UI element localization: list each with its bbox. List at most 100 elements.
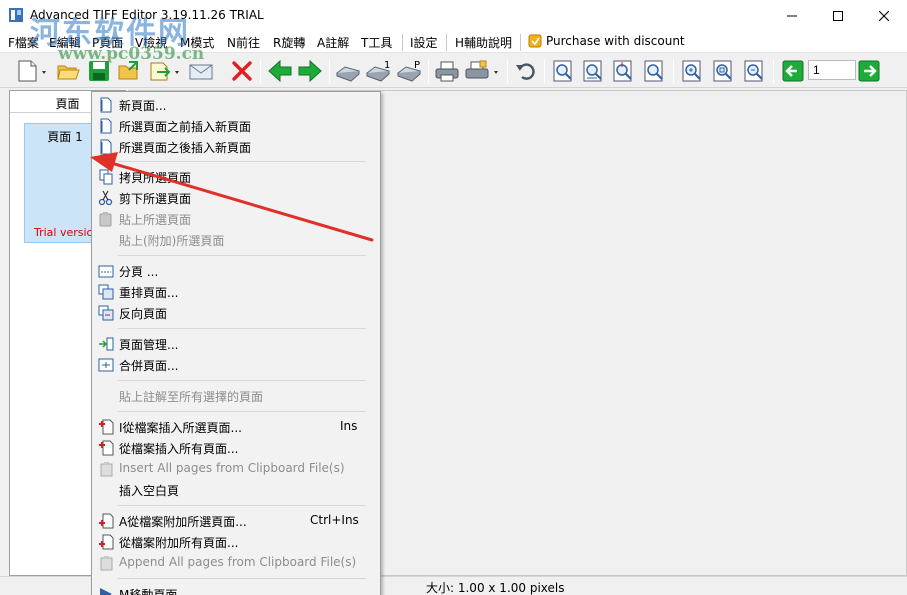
send-button[interactable] (147, 58, 183, 84)
scan-button[interactable] (334, 58, 362, 84)
menu-item-move-pages[interactable]: M移動頁面 (94, 583, 378, 595)
menu-item-cut-pages[interactable]: 剪下所選頁面 (94, 187, 378, 208)
menu-item-append-all-from-file[interactable]: 從檔案附加所有頁面... (94, 531, 378, 552)
toolbar-separator (773, 59, 774, 83)
menu-item-split[interactable]: 分頁 ... (94, 260, 378, 281)
menu-settings[interactable]: I設定 (410, 34, 438, 51)
zoom-out-button[interactable] (580, 58, 606, 84)
menu-item-label: 貼上註解至所有選擇的頁面 (119, 390, 264, 404)
fit-height-button[interactable] (610, 58, 636, 84)
fit-width-icon (644, 60, 663, 82)
svg-text:P: P (414, 60, 420, 71)
toolbar: 1 P (0, 54, 907, 88)
menu-edit[interactable]: E編輯 (49, 34, 81, 51)
menu-item-merge[interactable]: 合併頁面... (94, 354, 378, 375)
zoom-minus-button[interactable] (741, 58, 767, 84)
merge-icon (98, 358, 114, 372)
undo-button[interactable] (513, 58, 539, 84)
email-button[interactable] (187, 58, 215, 84)
print-setup-icon (465, 60, 498, 79)
new-page-icon (18, 60, 46, 82)
menu-item-insert-blank[interactable]: 插入空白頁 (94, 479, 378, 500)
append-file-icon (99, 513, 114, 529)
purchase-label: Purchase with discount (546, 34, 685, 48)
new-button[interactable] (14, 58, 50, 84)
delete-icon (232, 61, 252, 81)
menu-item-new-page[interactable]: 新頁面... (94, 94, 378, 115)
zoom-plus-button[interactable] (679, 58, 705, 84)
menu-item-insert-selected-from-file[interactable]: I從檔案插入所選頁面... Ins (94, 416, 378, 437)
maximize-button[interactable] (815, 0, 861, 31)
delete-button[interactable] (229, 58, 255, 84)
menu-item-copy-pages[interactable]: 拷貝所選頁面 (94, 166, 378, 187)
menu-mode[interactable]: M模式 (180, 34, 214, 51)
new-page-icon (100, 118, 112, 134)
menu-goto[interactable]: N前往 (227, 34, 260, 51)
menu-item-insert-all-from-file[interactable]: 從檔案插入所有頁面... (94, 437, 378, 458)
menu-item-insert-after[interactable]: 所選頁面之後插入新頁面 (94, 136, 378, 157)
menu-item-paste-pages[interactable]: 貼上所選頁面 (94, 208, 378, 229)
menu-help[interactable]: H輔助說明 (455, 34, 512, 51)
scan-settings-button[interactable]: P (395, 58, 423, 84)
zoom-page-icon (713, 60, 732, 82)
zoom-page-button[interactable] (710, 58, 736, 84)
menu-page[interactable]: P頁面 (92, 34, 123, 51)
menu-view[interactable]: V檢視 (135, 34, 167, 51)
menu-separator (118, 161, 366, 162)
menu-rotate[interactable]: R旋轉 (273, 34, 305, 51)
menu-item-shortcut: Ctrl+Ins (310, 513, 359, 527)
menu-tools[interactable]: T工具 (361, 34, 392, 51)
minimize-button[interactable] (769, 0, 815, 31)
save-icon (89, 61, 109, 81)
print-button[interactable] (433, 58, 461, 84)
menu-item-shortcut: Ins (340, 419, 358, 433)
menu-item-page-manager[interactable]: 頁面管理... (94, 333, 378, 354)
menu-bar: F檔案 E編輯 P頁面 V檢視 M模式 N前往 R旋轉 A註解 T工具 I設定 … (0, 31, 907, 53)
back-button[interactable] (266, 58, 294, 84)
open-button[interactable] (55, 58, 81, 84)
reorder-icon (98, 284, 114, 300)
append-file-icon (99, 534, 114, 550)
print-icon (435, 61, 459, 82)
menu-annotate[interactable]: A註解 (317, 34, 349, 51)
next-page-button[interactable] (856, 58, 882, 84)
export-button[interactable] (116, 58, 142, 84)
menu-separator (118, 255, 366, 256)
zoom-in-button[interactable] (550, 58, 576, 84)
menu-separator (520, 34, 521, 51)
menu-item-append-from-clipboard[interactable]: Append All pages from Clipboard File(s) (94, 552, 378, 573)
print-setup-button[interactable] (463, 58, 503, 84)
menu-separator (446, 34, 447, 51)
save-button[interactable] (86, 58, 112, 84)
prev-page-button[interactable] (780, 58, 806, 84)
menu-item-insert-from-clipboard[interactable]: Insert All pages from Clipboard File(s) (94, 458, 378, 479)
send-icon (150, 62, 179, 81)
zoom-minus-icon (744, 60, 763, 82)
menu-item-label: 剪下所選頁面 (119, 192, 192, 206)
title-bar: Advanced TIFF Editor 3.19.11.26 TRIAL (0, 0, 907, 31)
toolbar-separator (507, 59, 508, 83)
menu-purchase[interactable]: Purchase with discount (528, 34, 685, 48)
menu-item-reorder[interactable]: 重排頁面... (94, 281, 378, 302)
export-icon (118, 61, 138, 80)
copy-icon (99, 169, 113, 185)
page-number-input[interactable]: 1 (808, 60, 856, 80)
menu-item-paste-append[interactable]: 貼上(附加)所選頁面 (94, 229, 378, 250)
forward-button[interactable] (296, 58, 324, 84)
zoom-plus-icon (682, 60, 701, 82)
scan-multi-button[interactable]: 1 (364, 58, 392, 84)
menu-item-reverse[interactable]: 反向頁面 (94, 302, 378, 323)
svg-text:1: 1 (384, 60, 390, 71)
menu-item-append-selected-from-file[interactable]: A從檔案附加所選頁面... Ctrl+Ins (94, 510, 378, 531)
toolbar-separator (428, 59, 429, 83)
menu-item-label: 貼上所選頁面 (119, 213, 192, 227)
menu-file[interactable]: F檔案 (8, 34, 39, 51)
toolbar-separator (260, 59, 261, 83)
fit-width-button[interactable] (641, 58, 667, 84)
close-window-button[interactable] (861, 0, 907, 31)
menu-item-paste-annotations[interactable]: 貼上註解至所有選擇的頁面 (94, 385, 378, 406)
menu-item-label: Insert All pages from Clipboard File(s) (119, 461, 345, 475)
menu-item-label: 所選頁面之前插入新頁面 (119, 120, 252, 134)
menu-item-insert-before[interactable]: 所選頁面之前插入新頁面 (94, 115, 378, 136)
close-icon (879, 10, 889, 21)
